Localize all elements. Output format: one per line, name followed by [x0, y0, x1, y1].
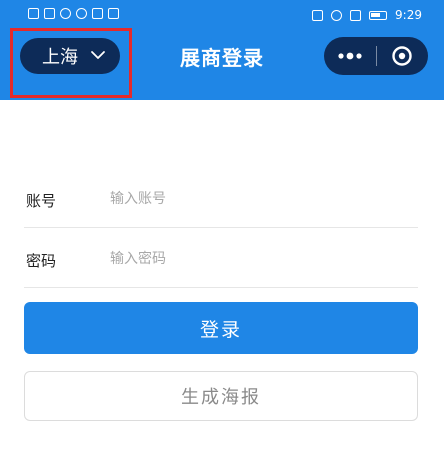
status-time: 9:29: [395, 8, 422, 22]
account-row: 账号: [24, 172, 418, 228]
close-button[interactable]: [376, 37, 428, 75]
app-notification-icon-2: [108, 8, 119, 19]
account-label: 账号: [26, 192, 57, 210]
notification-icon: [76, 8, 87, 19]
target-close-icon: [392, 46, 412, 66]
account-input[interactable]: [110, 186, 400, 212]
more-dots-icon: [338, 52, 362, 60]
login-button[interactable]: 登录: [24, 302, 418, 354]
annotation-highlight-box: [10, 28, 132, 98]
status-icons-right: 9:29: [312, 8, 422, 22]
nfc-icon: [312, 9, 324, 21]
hd-icon: [28, 8, 39, 19]
more-button[interactable]: [324, 37, 376, 75]
password-label: 密码: [26, 252, 57, 270]
generate-poster-button[interactable]: 生成海报: [24, 371, 418, 421]
alarm-icon: [331, 9, 343, 21]
password-row: 密码: [24, 232, 418, 288]
signal-icon: [44, 8, 55, 19]
miniprogram-capsule: [324, 37, 428, 75]
app-notification-icon: [92, 8, 103, 19]
bluetooth-icon: [350, 9, 362, 21]
battery-icon: [369, 10, 388, 20]
status-icons-left: [28, 8, 119, 19]
password-input[interactable]: [110, 246, 400, 272]
wifi-icon: [60, 8, 71, 19]
